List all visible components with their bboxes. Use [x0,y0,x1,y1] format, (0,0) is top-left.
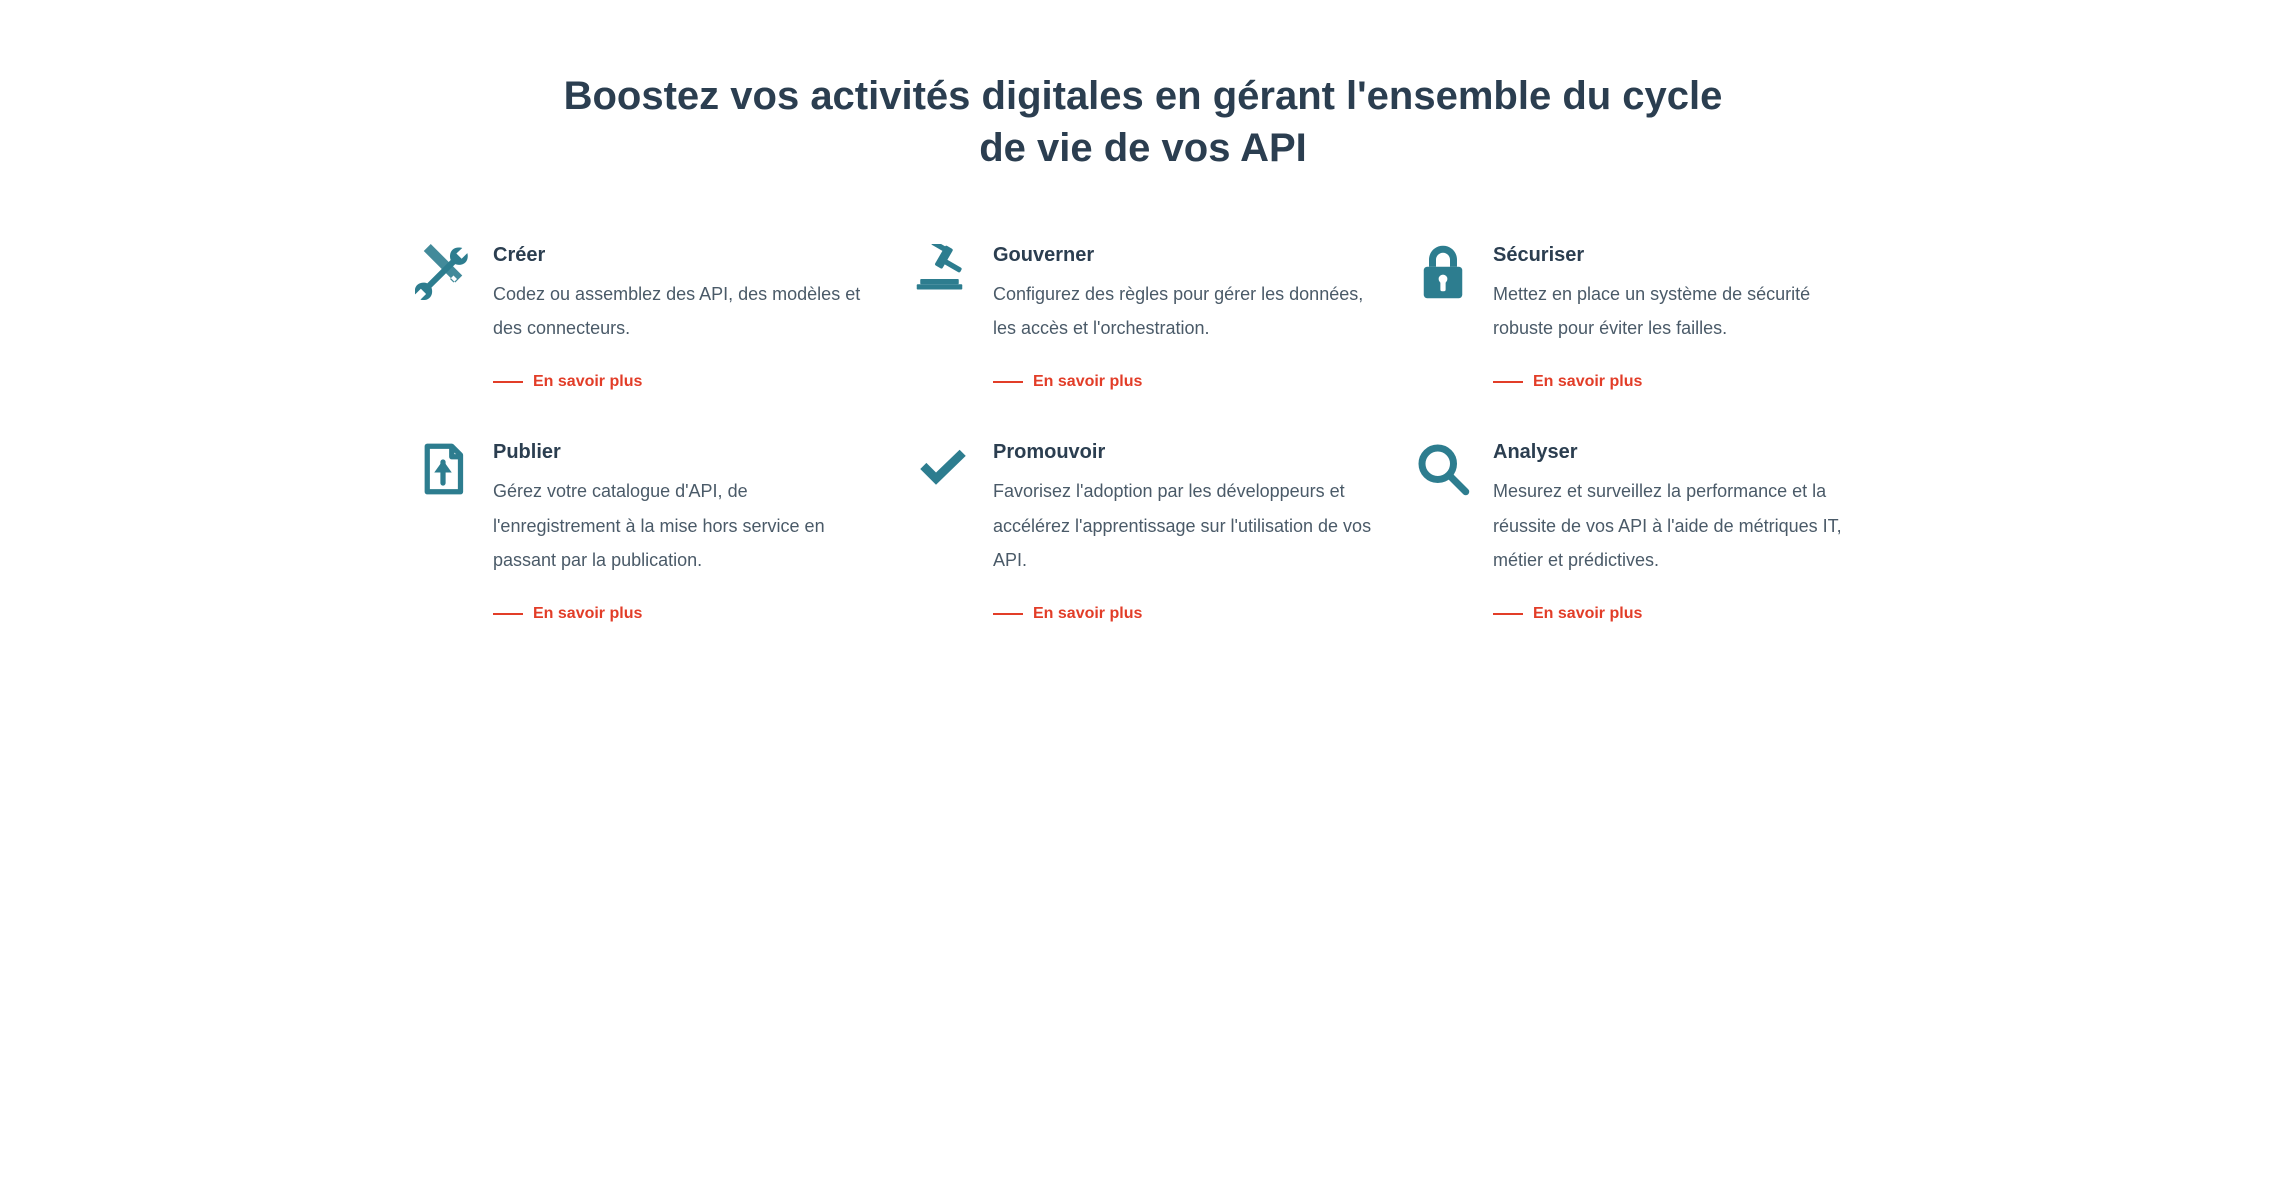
learn-more-link[interactable]: En savoir plus [1493,373,1642,391]
learn-more-link[interactable]: En savoir plus [993,605,1142,623]
feature-description: Codez ou assemblez des API, des modèles … [493,277,873,345]
feature-card: Créer Codez ou assemblez des API, des mod… [413,244,873,391]
dash-icon [493,381,523,383]
feature-title: Publier [493,441,873,464]
learn-more-label: En savoir plus [533,373,642,391]
publish-icon [413,441,473,501]
feature-card: Gouverner Configurez des règles pour gére… [913,244,1373,391]
tools-icon [413,244,473,304]
learn-more-link[interactable]: En savoir plus [493,605,642,623]
feature-title: Gouverner [993,244,1373,267]
feature-title: Sécuriser [1493,244,1873,267]
feature-description: Gérez votre catalogue d'API, de l'enregi… [493,474,873,577]
dash-icon [1493,381,1523,383]
check-icon [913,441,973,501]
dash-icon [493,613,523,615]
learn-more-label: En savoir plus [1033,373,1142,391]
page-title: Boostez vos activités digitales en géran… [543,70,1743,174]
lock-icon [1413,244,1473,304]
feature-body: Gouverner Configurez des règles pour gére… [993,244,1373,391]
feature-title: Analyser [1493,441,1873,464]
feature-title: Créer [493,244,873,267]
feature-body: Promouvoir Favorisez l'adoption par les d… [993,441,1373,623]
feature-description: Mesurez et surveillez la performance et … [1493,474,1873,577]
feature-description: Configurez des règles pour gérer les don… [993,277,1373,345]
feature-body: Sécuriser Mettez en place un système de s… [1493,244,1873,391]
feature-body: Publier Gérez votre catalogue d'API, de l… [493,441,873,623]
feature-description: Mettez en place un système de sécurité r… [1493,277,1873,345]
feature-card: Publier Gérez votre catalogue d'API, de l… [413,441,873,623]
feature-description: Favorisez l'adoption par les développeur… [993,474,1373,577]
feature-title: Promouvoir [993,441,1373,464]
feature-body: Créer Codez ou assemblez des API, des mod… [493,244,873,391]
learn-more-link[interactable]: En savoir plus [493,373,642,391]
learn-more-label: En savoir plus [1533,373,1642,391]
dash-icon [993,381,1023,383]
learn-more-label: En savoir plus [1033,605,1142,623]
magnify-icon [1413,441,1473,501]
learn-more-label: En savoir plus [533,605,642,623]
learn-more-link[interactable]: En savoir plus [1493,605,1642,623]
dash-icon [993,613,1023,615]
dash-icon [1493,613,1523,615]
gavel-icon [913,244,973,304]
feature-card: Promouvoir Favorisez l'adoption par les d… [913,441,1373,623]
feature-card: Sécuriser Mettez en place un système de s… [1413,244,1873,391]
feature-card: Analyser Mesurez et surveillez la perform… [1413,441,1873,623]
learn-more-label: En savoir plus [1533,605,1642,623]
features-grid: Créer Codez ou assemblez des API, des mod… [413,244,1873,623]
learn-more-link[interactable]: En savoir plus [993,373,1142,391]
feature-body: Analyser Mesurez et surveillez la perform… [1493,441,1873,623]
